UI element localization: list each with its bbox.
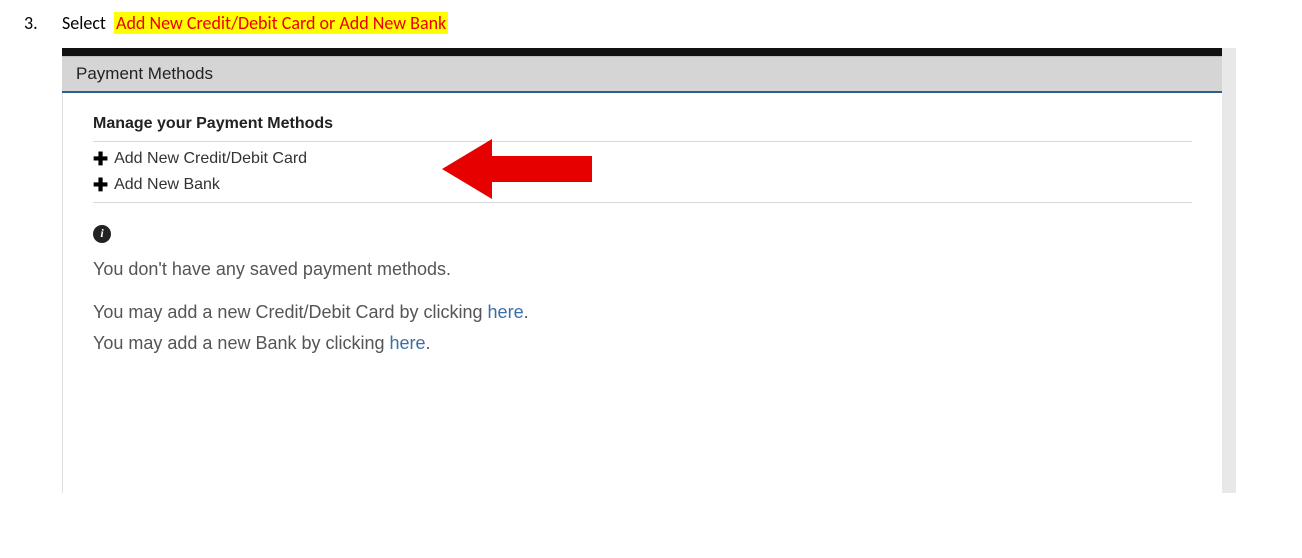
card-hint-suffix: . <box>524 302 529 322</box>
info-block: i You don't have any saved payment metho… <box>93 221 1192 354</box>
payment-panel: Payment Methods Manage your Payment Meth… <box>62 48 1222 493</box>
divider <box>93 141 1192 142</box>
instruction-verb: Select <box>62 12 106 34</box>
section-heading: Manage your Payment Methods <box>93 115 1192 133</box>
add-bank-label: Add New Bank <box>114 176 220 194</box>
add-bank-hint: You may add a new Bank by clicking here. <box>93 333 1192 354</box>
step-number: 3. <box>24 12 44 34</box>
panel-body: Manage your Payment Methods ✚ Add New Cr… <box>62 93 1222 493</box>
plus-icon: ✚ <box>93 150 108 168</box>
info-icon: i <box>93 225 111 243</box>
window-titlebar <box>62 48 1222 56</box>
add-card-link[interactable]: here <box>488 302 524 322</box>
panel-title: Payment Methods <box>62 56 1222 93</box>
add-card-hint: You may add a new Credit/Debit Card by c… <box>93 302 1192 323</box>
card-hint-prefix: You may add a new Credit/Debit Card by c… <box>93 302 488 322</box>
add-bank-link[interactable]: here <box>390 333 426 353</box>
instruction-line: 3. Select Add New Credit/Debit Card or A… <box>24 12 1302 34</box>
add-card-button[interactable]: ✚ Add New Credit/Debit Card <box>93 146 1192 172</box>
divider <box>93 202 1192 203</box>
bank-hint-prefix: You may add a new Bank by clicking <box>93 333 390 353</box>
instruction-highlight: Add New Credit/Debit Card or Add New Ban… <box>114 12 448 34</box>
instruction-text: Select Add New Credit/Debit Card or Add … <box>62 12 448 34</box>
no-saved-text: You don't have any saved payment methods… <box>93 259 1192 280</box>
add-bank-button[interactable]: ✚ Add New Bank <box>93 172 1192 198</box>
plus-icon: ✚ <box>93 176 108 194</box>
scrollbar-track[interactable] <box>1222 48 1236 493</box>
add-card-label: Add New Credit/Debit Card <box>114 150 307 168</box>
bank-hint-suffix: . <box>426 333 431 353</box>
